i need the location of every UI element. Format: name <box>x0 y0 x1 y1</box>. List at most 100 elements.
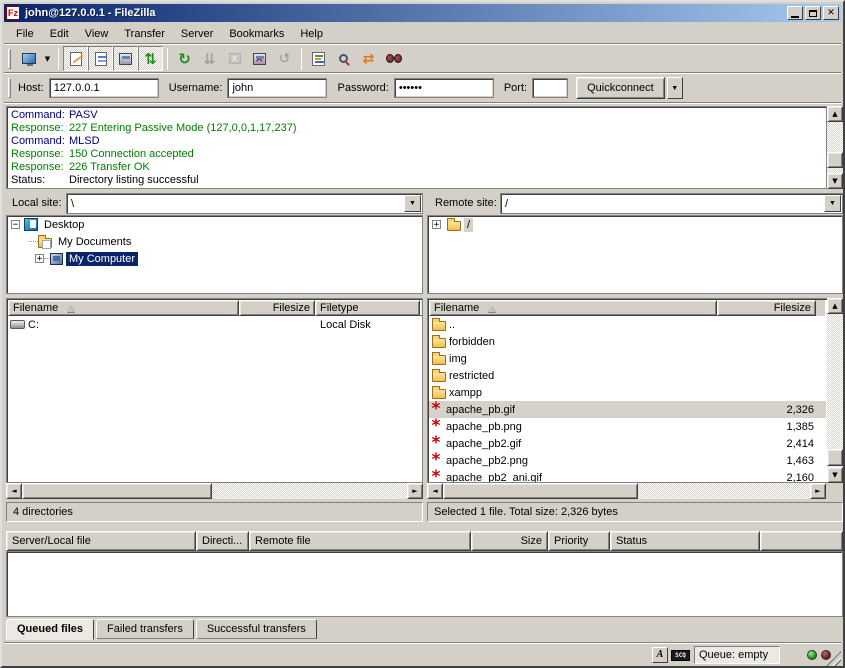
expand-icon[interactable]: + <box>432 220 441 229</box>
disconnect-button[interactable]: × <box>247 46 272 71</box>
log-scrollbar-thumb[interactable] <box>827 152 843 168</box>
tab-queued-files[interactable]: Queued files <box>6 619 94 640</box>
collapse-icon[interactable]: − <box>11 220 20 229</box>
username-input[interactable]: john <box>227 78 327 98</box>
file-row[interactable]: restricted <box>429 367 826 384</box>
site-manager-dropdown-button[interactable]: ▼ <box>41 46 54 71</box>
synchronized-browsing-button[interactable]: ⇄ <box>356 46 381 71</box>
column-header-priority[interactable]: Priority <box>548 531 610 551</box>
queue-body[interactable] <box>6 551 843 617</box>
menu-server[interactable]: Server <box>173 25 221 43</box>
column-header-direction[interactable]: Directi... <box>196 531 249 551</box>
log-label: Response: <box>11 122 69 135</box>
log-text: PASV <box>69 109 98 122</box>
local-hscroll-left-button[interactable]: ◄ <box>6 483 22 499</box>
remote-vscroll-up-button[interactable]: ▲ <box>827 298 843 314</box>
directory-listing-filters-button[interactable] <box>306 46 331 71</box>
folder-icon <box>447 221 461 231</box>
tab-successful-transfers[interactable]: Successful transfers <box>196 619 317 639</box>
remote-site-dropdown-button[interactable]: ▼ <box>824 195 841 212</box>
password-input[interactable]: •••••• <box>394 78 494 98</box>
log-scroll-up-button[interactable]: ▲ <box>827 106 843 122</box>
remote-hscroll-right-button[interactable]: ► <box>810 483 826 499</box>
remote-vscroll-down-button[interactable]: ▼ <box>827 467 843 483</box>
column-header-filename[interactable]: Filename <box>8 300 239 316</box>
arrow-down-icon: ▼ <box>832 472 837 479</box>
directory-comparison-button[interactable] <box>331 46 356 71</box>
quickconnect-grip[interactable] <box>8 78 11 98</box>
log-scroll-down-button[interactable]: ▼ <box>827 173 843 189</box>
menu-transfer[interactable]: Transfer <box>116 25 173 43</box>
host-input[interactable]: 127.0.0.1 <box>49 78 159 98</box>
column-label: Size <box>521 535 542 547</box>
local-hscroll-right-button[interactable]: ► <box>407 483 423 499</box>
file-row[interactable]: * apache_pb2_ani.gif 2,160 <box>429 469 826 483</box>
menu-view[interactable]: View <box>77 25 117 43</box>
log-text: Directory listing successful <box>69 174 199 187</box>
column-header-last-modified[interactable]: L <box>420 300 423 316</box>
transfer-type-indicator[interactable]: A <box>652 647 668 663</box>
refresh-button[interactable]: ↻ <box>172 46 197 71</box>
file-name: .. <box>449 319 455 331</box>
file-row[interactable]: img <box>429 350 826 367</box>
reconnect-button[interactable]: ↺ <box>272 46 297 71</box>
remote-hscrollbar-thumb[interactable] <box>443 483 638 499</box>
file-size: 2,160 <box>729 472 814 484</box>
menu-edit[interactable]: Edit <box>42 25 77 43</box>
tree-item-my-computer[interactable]: + My Computer <box>7 250 422 267</box>
tab-failed-transfers[interactable]: Failed transfers <box>96 619 194 639</box>
toggle-remote-tree-button[interactable] <box>113 46 138 71</box>
file-row[interactable]: xampp <box>429 384 826 401</box>
quickconnect-button[interactable]: Quickconnect <box>576 77 665 99</box>
file-row[interactable]: * apache_pb2.gif 2,414 <box>429 435 826 452</box>
file-row[interactable]: * apache_pb2.png 1,463 <box>429 452 826 469</box>
toggle-local-tree-button[interactable] <box>88 46 113 71</box>
column-header-filesize[interactable]: Filesize <box>717 300 816 316</box>
file-row[interactable]: .. <box>429 316 826 333</box>
tree-item-my-documents[interactable]: My Documents <box>7 233 422 250</box>
file-row[interactable]: forbidden <box>429 333 826 350</box>
toggle-remote-tree-icon <box>119 53 132 65</box>
titlebar[interactable]: Fz john@127.0.0.1 - FileZilla ✕ <box>4 4 841 22</box>
local-hscrollbar-thumb[interactable] <box>22 483 212 499</box>
cancel-operation-button[interactable]: x <box>222 46 247 71</box>
window-title: john@127.0.0.1 - FileZilla <box>25 7 785 19</box>
toolbar-grip[interactable] <box>8 49 11 69</box>
quickconnect-dropdown-button[interactable]: ▼ <box>667 77 683 99</box>
minimize-button[interactable] <box>787 6 803 20</box>
arrow-right-icon: ► <box>815 488 820 495</box>
local-site-combobox[interactable]: \ ▼ <box>66 193 423 214</box>
scq-badge[interactable]: SCQ <box>671 650 690 661</box>
toggle-message-log-button[interactable] <box>63 46 88 71</box>
column-header-size[interactable]: Size <box>471 531 548 551</box>
menu-file[interactable]: File <box>8 25 42 43</box>
menu-help[interactable]: Help <box>292 25 331 43</box>
toggle-transfer-queue-button[interactable]: ⇅ <box>138 46 163 71</box>
port-input[interactable] <box>532 78 568 98</box>
site-manager-button[interactable] <box>16 46 41 71</box>
column-header-filetype[interactable]: Filetype <box>315 300 420 316</box>
column-header-remote-file[interactable]: Remote file <box>249 531 471 551</box>
tree-item-root[interactable]: + / <box>428 216 842 233</box>
column-header-filesize[interactable]: Filesize <box>239 300 315 316</box>
column-header-server-local-file[interactable]: Server/Local file <box>6 531 196 551</box>
column-header-status[interactable]: Status <box>610 531 760 551</box>
tree-item-desktop[interactable]: − Desktop <box>7 216 422 233</box>
remote-vscrollbar-thumb[interactable] <box>827 449 843 466</box>
local-site-dropdown-button[interactable]: ▼ <box>404 195 421 212</box>
column-label: Filesize <box>774 302 811 314</box>
process-queue-button[interactable]: ⇊ <box>197 46 222 71</box>
file-row-local-disk-c[interactable]: C: Local Disk <box>8 316 421 333</box>
find-files-button[interactable] <box>381 46 406 71</box>
remote-hscroll-left-button[interactable]: ◄ <box>427 483 443 499</box>
file-row[interactable]: * apache_pb.png 1,385 <box>429 418 826 435</box>
file-name: apache_pb.png <box>446 421 522 433</box>
menu-bookmarks[interactable]: Bookmarks <box>221 25 292 43</box>
column-header-filename[interactable]: Filename <box>429 300 717 316</box>
maximize-button[interactable] <box>805 6 821 20</box>
close-button[interactable]: ✕ <box>823 6 839 20</box>
file-row-selected[interactable]: * apache_pb.gif 2,326 <box>429 401 826 418</box>
activity-led-green-icon <box>807 650 817 660</box>
expand-icon[interactable]: + <box>35 254 44 263</box>
remote-site-combobox[interactable]: / ▼ <box>500 193 843 214</box>
